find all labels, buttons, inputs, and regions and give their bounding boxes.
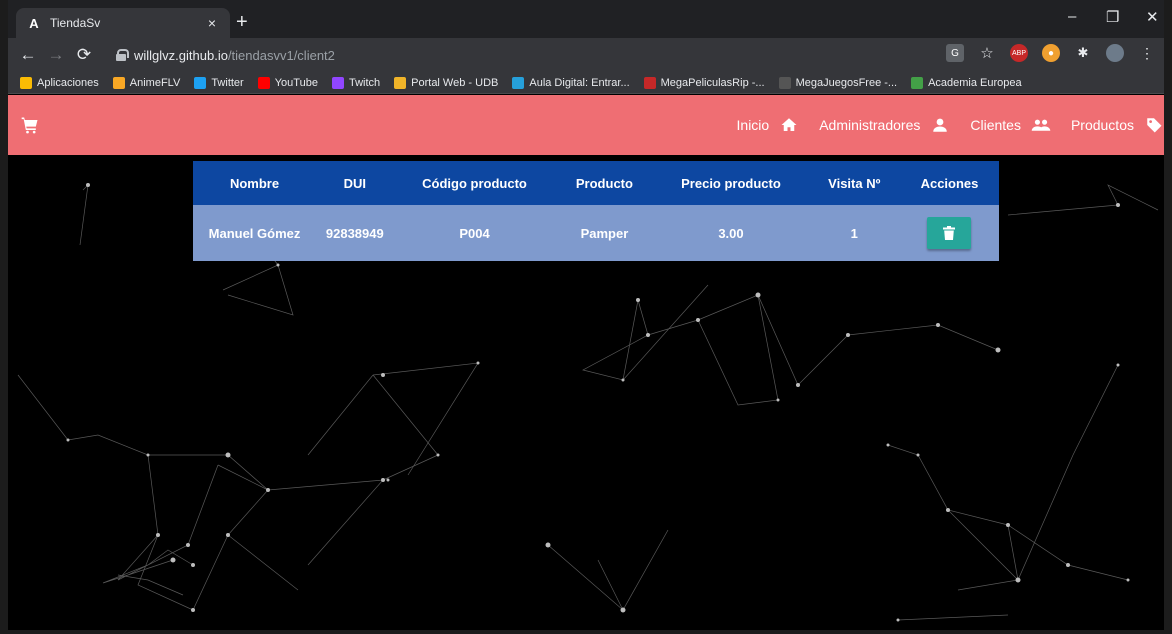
bookmark-item[interactable]: Academia Europea <box>911 76 1022 89</box>
bookmark-item[interactable]: YouTube <box>257 76 318 89</box>
address-bar[interactable]: willglvz.github.io/tiendasvv1/client2 <box>116 43 1036 67</box>
cell-codigo: P004 <box>459 225 490 241</box>
megapeliculas-icon <box>643 76 656 89</box>
user-icon <box>933 118 948 132</box>
bookmark-item[interactable]: AnimeFLV <box>112 76 181 89</box>
translate-icon[interactable]: G <box>946 44 964 62</box>
bookmark-item[interactable]: Twitch <box>331 76 381 89</box>
bookmark-item[interactable]: MegaPeliculasRip -... <box>643 76 765 89</box>
aula-digital-icon <box>512 76 525 89</box>
bookmark-label: Aula Digital: Entrar... <box>529 76 630 89</box>
kebab-menu-icon[interactable]: ⋮ <box>1138 44 1156 62</box>
academia-icon <box>911 76 924 89</box>
bookmark-item[interactable]: Aplicaciones <box>20 76 99 89</box>
bookmark-label: AnimeFLV <box>129 76 181 89</box>
lock-icon <box>116 49 129 61</box>
clients-table: Nombre DUI Código producto Producto Precio p… <box>193 161 999 261</box>
column-header: Producto <box>575 175 633 191</box>
nav-clientes[interactable]: Clientes <box>970 116 1051 134</box>
twitch-icon <box>331 76 344 89</box>
cell-visita: 1 <box>850 225 858 241</box>
forward-arrow-icon[interactable]: → <box>42 45 70 65</box>
tags-icon <box>1147 118 1162 133</box>
delete-button[interactable] <box>927 217 972 249</box>
column-header: Visita Nº <box>828 175 881 191</box>
profile-avatar[interactable] <box>1106 44 1124 62</box>
bookmark-label: Portal Web - UDB <box>411 76 499 89</box>
new-tab-button[interactable]: + <box>236 12 248 32</box>
app-navbar: Inicio Administradores Clientes Producto… <box>8 95 1164 155</box>
nav-productos[interactable]: Productos <box>1071 116 1164 134</box>
back-arrow-icon[interactable]: ← <box>14 45 42 65</box>
column-header: DUI <box>343 175 366 191</box>
nav-links: Inicio Administradores Clientes Producto… <box>717 95 1164 155</box>
clients-table-container: Nombre DUI Código producto Producto Precio p… <box>193 161 999 261</box>
nav-administradores-label: Administradores <box>819 117 921 133</box>
nav-productos-label: Productos <box>1070 117 1134 133</box>
angular-favicon-icon: A <box>29 15 39 31</box>
table-header-row: Nombre DUI Código producto Producto Precio p… <box>193 161 999 205</box>
cell-dui: 92838949 <box>325 225 384 241</box>
cell-nombre: Manuel Gómez <box>208 225 301 241</box>
column-header: Código producto <box>422 175 527 191</box>
bookmark-label: MegaJuegosFree -... <box>795 76 898 89</box>
window-close-button[interactable]: ✕ <box>1146 8 1159 26</box>
column-header: Precio producto <box>681 175 781 191</box>
nav-inicio[interactable]: Inicio <box>737 116 800 134</box>
adblock-plus-icon[interactable]: ABP <box>1010 44 1028 62</box>
nav-inicio-label: Inicio <box>736 117 770 133</box>
bookmark-item[interactable]: Portal Web - UDB <box>394 76 499 89</box>
apps-grid-icon <box>20 76 32 89</box>
tab-close-icon[interactable]: × <box>204 15 220 31</box>
cell-precio: 3.00 <box>718 225 744 241</box>
browser-tab[interactable]: A TiendaSv × <box>16 8 230 38</box>
bookmark-label: Aplicaciones <box>37 76 99 89</box>
toolbar-icons: G ☆ ABP ● ✱ ⋮ <box>946 44 1156 62</box>
url-host: willglvz.github.io <box>134 47 228 63</box>
table-body: Manuel Gómez 92838949 P004 Pamper 3.00 1 <box>193 205 999 261</box>
tab-title: TiendaSv <box>50 16 101 30</box>
bookmark-label: Twitter <box>211 76 244 89</box>
cart-icon[interactable] <box>20 115 40 135</box>
extension-icon[interactable]: ● <box>1042 44 1060 62</box>
trash-icon <box>943 226 956 240</box>
bookmark-label: Academia Europea <box>928 76 1022 89</box>
restore-button[interactable]: ❐ <box>1106 8 1119 26</box>
bookmark-star-icon[interactable]: ☆ <box>978 44 996 62</box>
youtube-icon <box>257 76 270 89</box>
table-header: Nombre DUI Código producto Producto Precio p… <box>193 161 999 205</box>
browser-toolbar: ← → ⟳ willglvz.github.io/tiendasvv1/clie… <box>8 38 1164 72</box>
nav-administradores[interactable]: Administradores <box>819 116 950 134</box>
column-header: Acciones <box>920 175 979 191</box>
megajuegos-icon <box>778 76 791 89</box>
cell-producto: Pamper <box>580 225 629 241</box>
nav-clientes-label: Clientes <box>970 117 1021 133</box>
cell-acciones <box>900 205 999 261</box>
home-icon <box>781 118 797 131</box>
bookmark-label: Twitch <box>348 76 381 89</box>
minimize-button[interactable]: – <box>1068 8 1076 25</box>
animeflv-icon <box>112 76 125 89</box>
bookmark-label: YouTube <box>274 76 318 89</box>
column-header: Nombre <box>229 175 280 191</box>
bookmarks-bar: Aplicaciones AnimeFLV Twitter YouTube Twitch… <box>8 72 1164 94</box>
bookmark-item[interactable]: Twitter <box>194 76 244 89</box>
bookmark-label: MegaPeliculasRip -... <box>660 76 765 89</box>
bookmark-item[interactable]: Aula Digital: Entrar... <box>512 76 630 89</box>
browser-window: A TiendaSv × + – ❐ ✕ ← → ⟳ willglvz.gith… <box>0 0 1172 634</box>
tab-strip: A TiendaSv × + – ❐ ✕ <box>8 0 1164 38</box>
twitter-icon <box>194 76 207 89</box>
bookmark-item[interactable]: MegaJuegosFree -... <box>778 76 898 89</box>
reload-icon[interactable]: ⟳ <box>70 45 98 65</box>
puzzle-extensions-icon[interactable]: ✱ <box>1074 44 1092 62</box>
table-row: Manuel Gómez 92838949 P004 Pamper 3.00 1 <box>193 205 999 261</box>
udb-icon <box>394 76 407 89</box>
users-group-icon <box>1031 119 1051 131</box>
url-path: /tiendasvv1/client2 <box>227 47 335 63</box>
